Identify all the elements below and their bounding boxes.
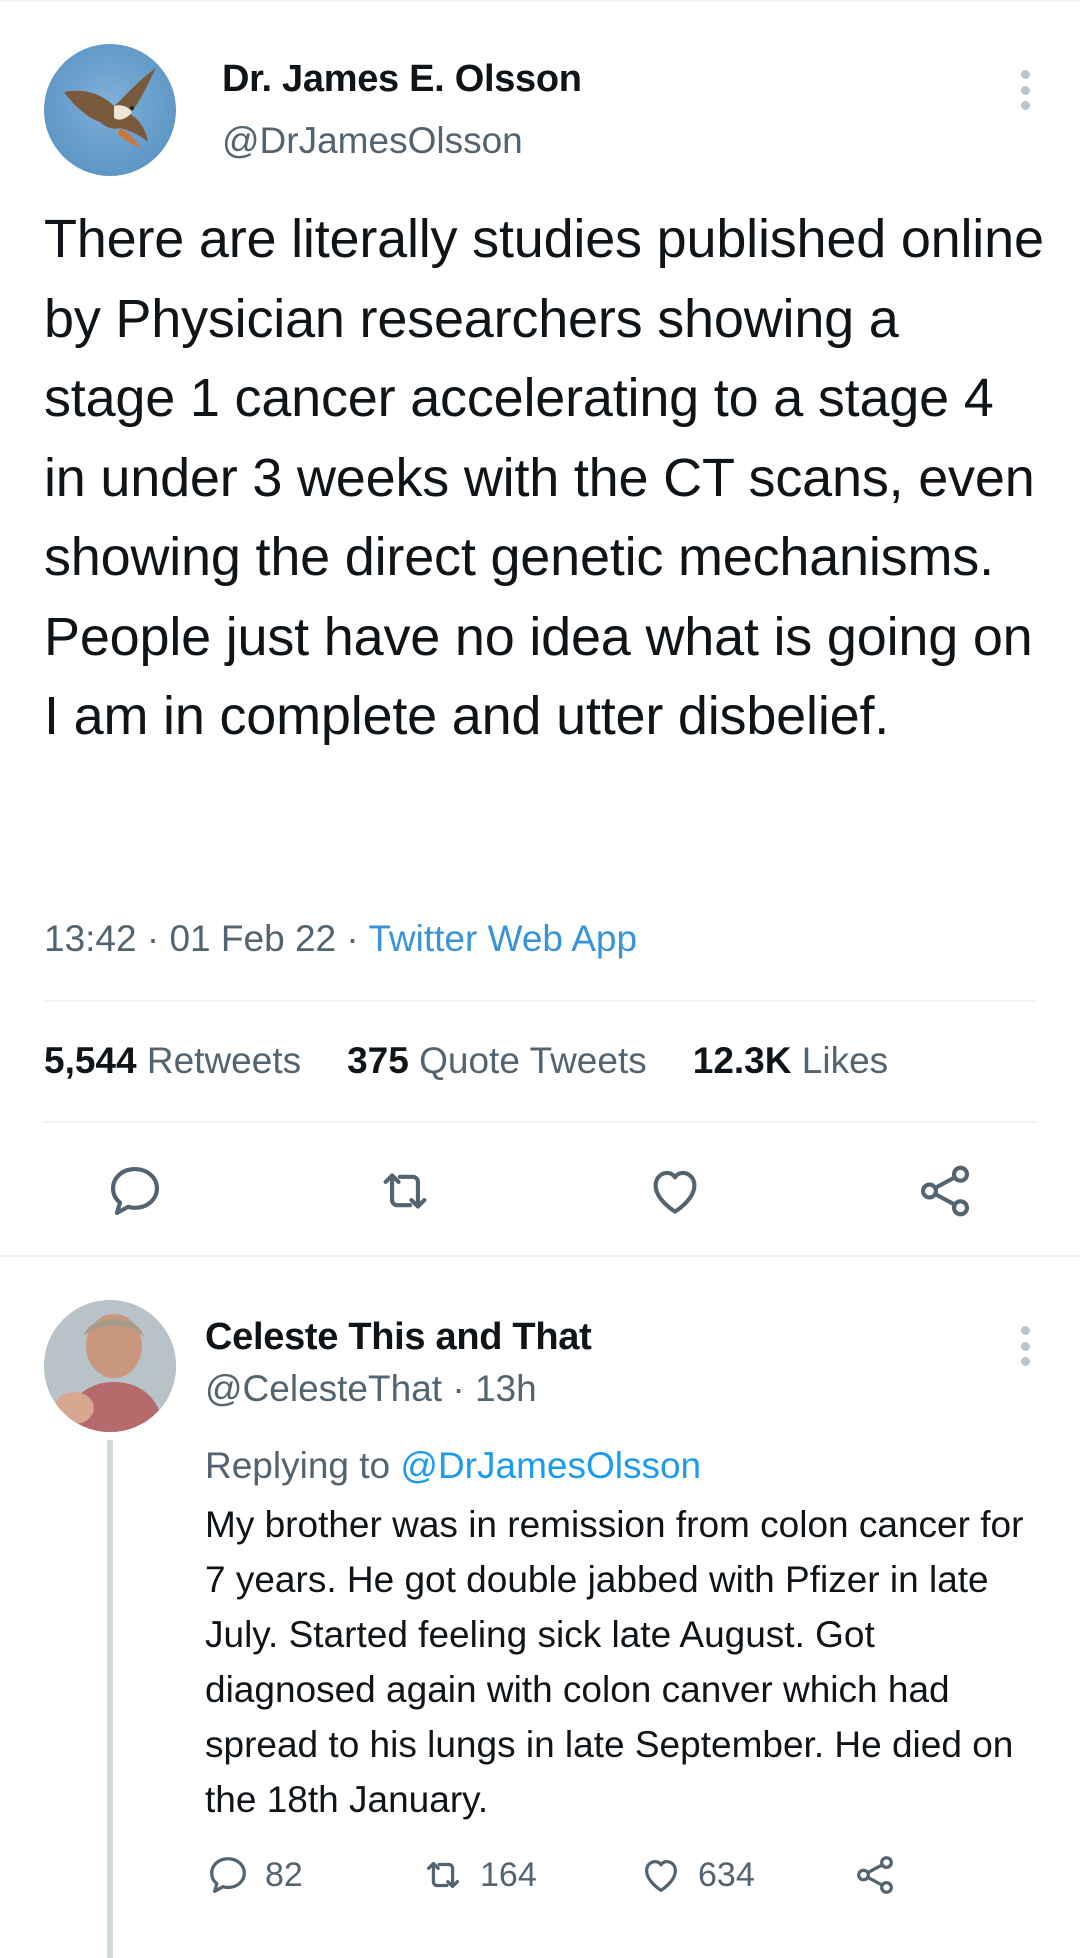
person-avatar-image <box>44 1300 176 1432</box>
tweet-time: 13:42 <box>44 918 137 959</box>
quote-tweets-stat[interactable]: 375 Quote Tweets <box>347 1040 647 1082</box>
tweet-actions <box>0 1160 1080 1222</box>
reply-age: 13h <box>474 1368 537 1409</box>
reply-icon <box>210 1857 246 1893</box>
reply-icon <box>110 1166 160 1216</box>
retweet-count: 164 <box>480 1855 537 1894</box>
reply-like-button[interactable]: 634 <box>638 1850 755 1900</box>
replying-to-line: Replying to @DrJamesOlsson <box>205 1445 701 1487</box>
tweet-stats: 5,544 Retweets 375 Quote Tweets 12.3K Li… <box>44 1040 934 1082</box>
reply-retweet-button[interactable]: 164 <box>420 1850 537 1900</box>
section-divider <box>0 1255 1080 1257</box>
reply-button[interactable] <box>104 1160 166 1222</box>
reply-more-options-icon[interactable] <box>1019 1326 1031 1366</box>
tweet-source-link[interactable]: Twitter Web App <box>368 918 637 959</box>
reply-author-handle[interactable]: @CelesteThat <box>205 1368 442 1409</box>
author-name[interactable]: Dr. James E. Olsson <box>222 58 582 101</box>
tweet-date: 01 Feb 22 <box>169 918 337 959</box>
tweet-text: There are literally studies published on… <box>44 209 1044 746</box>
quote-tweets-count: 375 <box>347 1040 409 1081</box>
reply-count: 82 <box>265 1855 303 1894</box>
hawk-avatar-image <box>64 68 156 148</box>
author-handle[interactable]: @DrJamesOlsson <box>222 120 523 162</box>
quote-tweets-label: Quote Tweets <box>419 1040 647 1081</box>
meta-separator: · <box>146 918 160 959</box>
retweet-icon <box>383 1173 427 1209</box>
replying-to-mention[interactable]: @DrJamesOlsson <box>400 1445 701 1486</box>
like-icon <box>653 1170 697 1214</box>
reply-author-meta: @CelesteThat · 13h <box>205 1368 537 1410</box>
likes-count: 12.3K <box>692 1040 792 1081</box>
tweet-meta: 13:42 · 01 Feb 22 · Twitter Web App <box>44 918 637 960</box>
retweets-count: 5,544 <box>44 1040 137 1081</box>
likes-stat[interactable]: 12.3K Likes <box>693 1040 888 1082</box>
meta-separator: · <box>452 1368 465 1409</box>
share-icon <box>857 1856 893 1894</box>
reply-share-button[interactable] <box>852 1850 898 1900</box>
like-icon <box>644 1859 678 1892</box>
reply-text: My brother was in remission from colon c… <box>205 1504 1024 1820</box>
author-avatar[interactable] <box>44 44 176 176</box>
retweet-button[interactable] <box>374 1160 436 1222</box>
reply-reply-button[interactable]: 82 <box>205 1850 303 1900</box>
reply-author-name[interactable]: Celeste This and That <box>205 1316 592 1359</box>
more-options-icon[interactable] <box>1019 70 1031 110</box>
reply-actions: 82 164 634 <box>0 1850 1080 1900</box>
like-count: 634 <box>698 1855 755 1894</box>
replying-to-label: Replying to <box>205 1445 391 1486</box>
likes-label: Likes <box>801 1040 889 1081</box>
divider <box>44 1121 1036 1123</box>
reply-author-avatar[interactable] <box>44 1300 176 1432</box>
share-button[interactable] <box>914 1160 976 1222</box>
meta-separator: · <box>346 918 359 959</box>
retweets-stat[interactable]: 5,544 Retweets <box>44 1040 301 1082</box>
top-border <box>0 0 1080 2</box>
retweet-icon <box>426 1861 460 1889</box>
share-icon <box>920 1165 970 1217</box>
retweets-label: Retweets <box>146 1040 302 1081</box>
like-button[interactable] <box>644 1160 706 1222</box>
divider <box>44 1000 1036 1002</box>
